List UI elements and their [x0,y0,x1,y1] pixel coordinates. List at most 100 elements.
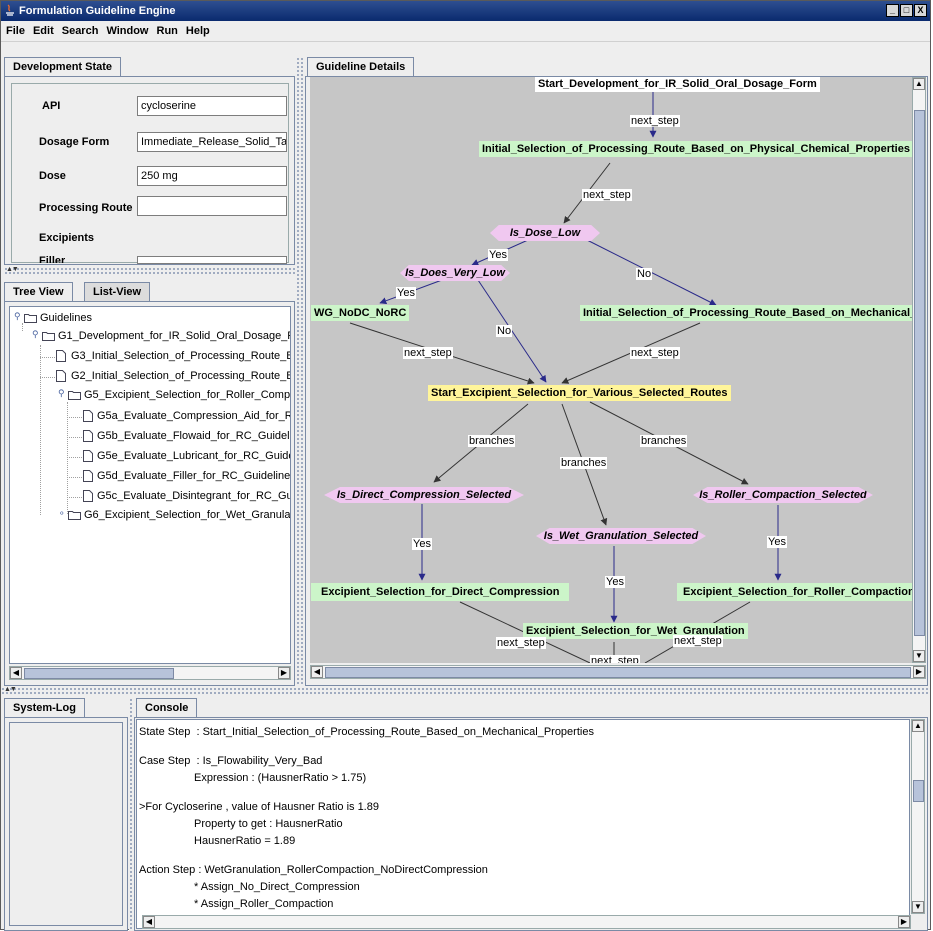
node-initial-mechanical[interactable]: Initial_Selection_of_Processing_Route_Ba… [580,305,912,321]
tree-item-g5[interactable]: ⚲ G5_Excipient_Selection_for_Roller_Comp… [56,387,290,404]
close-button[interactable]: X [914,4,927,17]
dosage-form-field[interactable]: Immediate_Release_Solid_Tablet [137,132,287,152]
edge-label-branches: branches [640,435,688,447]
scroll-up-button[interactable]: ▲ [913,78,925,90]
menu-file[interactable]: File [1,21,29,37]
scroll-left-button[interactable]: ◀ [10,667,22,679]
menu-edit[interactable]: Edit [29,21,58,37]
scroll-right-button[interactable]: ▶ [278,667,290,679]
console-horizontal-scrollbar[interactable]: ◀ ▶ [142,915,911,929]
document-icon [83,490,93,502]
node-is-roller-compaction[interactable]: Is_Roller_Compaction_Selected [693,487,873,503]
tree-item-g6[interactable]: ⚬ G6_Excipient_Selection_for_Wet_Granula… [56,507,290,524]
tree-item-guidelines[interactable]: ⚲ Guidelines [12,310,282,327]
menu-run[interactable]: Run [153,21,182,37]
edge-label-next-step: next_step [582,189,632,201]
scroll-thumb[interactable] [24,668,174,679]
dose-label: Dose [39,170,66,182]
edge-label-yes: Yes [412,538,432,550]
edge-label-branches: branches [468,435,516,447]
excipients-label: Excipients [39,232,95,244]
tab-console[interactable]: Console [136,698,198,718]
scroll-thumb[interactable] [913,780,924,802]
tree-item-label: G2_Initial_Selection_of_Processing_Route… [71,370,291,382]
maximize-button[interactable]: □ [900,4,913,17]
tab-tree-view[interactable]: Tree View [4,282,73,302]
node-initial-physical-chemical[interactable]: Initial_Selection_of_Processing_Route_Ba… [479,141,912,157]
main-splitter[interactable] [1,687,930,694]
processing-route-label: Processing Route [39,202,133,214]
tree-line [67,477,82,478]
minimize-button[interactable]: _ [886,4,899,17]
scroll-up-button[interactable]: ▲ [912,720,924,732]
diagram-vertical-scrollbar[interactable]: ▲ ▼ [912,77,926,663]
api-field[interactable]: cycloserine [137,96,287,116]
edge-label-yes: Yes [605,576,625,588]
scroll-right-button[interactable]: ▶ [898,916,910,928]
node-excipient-direct[interactable]: Excipient_Selection_for_Direct_Compressi… [311,583,570,601]
filler-label-partial: Filler [39,255,66,263]
scroll-right-button[interactable]: ▶ [913,666,925,678]
node-wg-nodc-norc[interactable]: WG_NoDC_NoRC [311,305,410,321]
tree-item-label: G3_Initial_Selection_of_Processing_Route… [71,350,291,362]
document-icon [83,410,93,422]
menu-window[interactable]: Window [102,21,152,37]
tree-item-g5a[interactable]: G5a_Evaluate_Compression_Aid_for_RC_Gu [83,408,290,425]
scroll-down-button[interactable]: ▼ [913,650,925,662]
tab-development-state[interactable]: Development State [4,57,122,77]
collapse-toggle-icon[interactable]: ⚬ [58,508,66,519]
dose-field[interactable]: 250 mg [137,166,287,186]
scroll-thumb[interactable] [325,667,911,678]
splitter-arrows-icon[interactable]: ▲▼ [4,686,17,693]
node-is-wet-granulation[interactable]: Is_Wet_Granulation_Selected [536,528,706,544]
tree-item-label: G5a_Evaluate_Compression_Aid_for_RC_Gu [97,410,290,422]
node-is-does-very-low[interactable]: Is_Does_Very_Low [400,265,510,281]
folder-icon [68,511,81,520]
tree-line [67,497,82,498]
node-is-direct-compression[interactable]: Is_Direct_Compression_Selected [324,487,524,503]
guideline-tree[interactable]: ⚲ Guidelines ⚲ G1_Development_for_IR_Sol… [9,306,291,664]
edge-label-no: No [636,268,653,280]
expand-toggle-icon[interactable]: ⚲ [58,388,65,399]
tree-item-label: G5c_Evaluate_Disintegrant_for_RC_Guideli… [97,490,290,502]
system-log-area[interactable] [9,722,123,926]
title-bar[interactable]: Formulation Guideline Engine _ □ X [1,1,930,21]
tree-line [40,377,55,378]
guideline-flow-diagram[interactable]: Start_Development_for_IR_Solid_Oral_Dosa… [310,77,912,663]
console-vertical-scrollbar[interactable]: ▲ ▼ [911,719,925,914]
console-output[interactable]: State Step : Start_Initial_Selection_of_… [136,719,910,929]
tree-item-g1[interactable]: ⚲ G1_Development_for_IR_Solid_Oral_Dosag… [30,328,290,345]
tree-item-g3[interactable]: G3_Initial_Selection_of_Processing_Route… [56,348,291,365]
node-is-dose-low[interactable]: Is_Dose_Low [490,225,600,241]
document-icon [83,430,93,442]
console-line: State Step : Start_Initial_Selection_of_… [139,726,594,738]
splitter-arrows-icon[interactable]: ▲▼ [6,266,19,273]
tab-guideline-details[interactable]: Guideline Details [307,57,415,77]
tree-item-g5d[interactable]: G5d_Evaluate_Filler_for_RC_Guideline [83,468,290,485]
system-log-panel [4,717,128,931]
filler-field-partial[interactable] [137,256,287,264]
diagram-horizontal-scrollbar[interactable]: ◀ ▶ [310,665,926,679]
tree-horizontal-scrollbar[interactable]: ◀ ▶ [9,666,291,680]
expand-toggle-icon[interactable]: ⚲ [32,329,39,340]
console-line: >For Cycloserine , value of Hausner Rati… [139,801,379,813]
tree-item-g5c[interactable]: G5c_Evaluate_Disintegrant_for_RC_Guideli… [83,488,290,505]
scroll-left-button[interactable]: ◀ [311,666,323,678]
scroll-left-button[interactable]: ◀ [143,916,155,928]
menu-search[interactable]: Search [58,21,103,37]
node-excipient-roller[interactable]: Excipient_Selection_for_Roller_Compactio… [677,583,912,601]
tab-system-log[interactable]: System-Log [4,698,85,718]
scroll-down-button[interactable]: ▼ [912,901,924,913]
node-start[interactable]: Start_Development_for_IR_Solid_Oral_Dosa… [535,77,820,92]
tree-item-g2[interactable]: G2_Initial_Selection_of_Processing_Route… [56,368,291,385]
processing-route-field[interactable] [137,196,287,216]
expand-toggle-icon[interactable]: ⚲ [14,311,21,322]
tree-item-g5b[interactable]: G5b_Evaluate_Flowaid_for_RC_Guideline [83,428,290,445]
tab-list-view[interactable]: List-View [84,282,151,302]
menu-help[interactable]: Help [182,21,214,37]
scroll-thumb[interactable] [914,110,925,636]
vertical-splitter[interactable] [296,57,303,686]
tree-item-g5e[interactable]: G5e_Evaluate_Lubricant_for_RC_Guideline [83,448,290,465]
left-splitter[interactable] [4,267,295,274]
node-start-excipient-selection[interactable]: Start_Excipient_Selection_for_Various_Se… [428,385,731,401]
